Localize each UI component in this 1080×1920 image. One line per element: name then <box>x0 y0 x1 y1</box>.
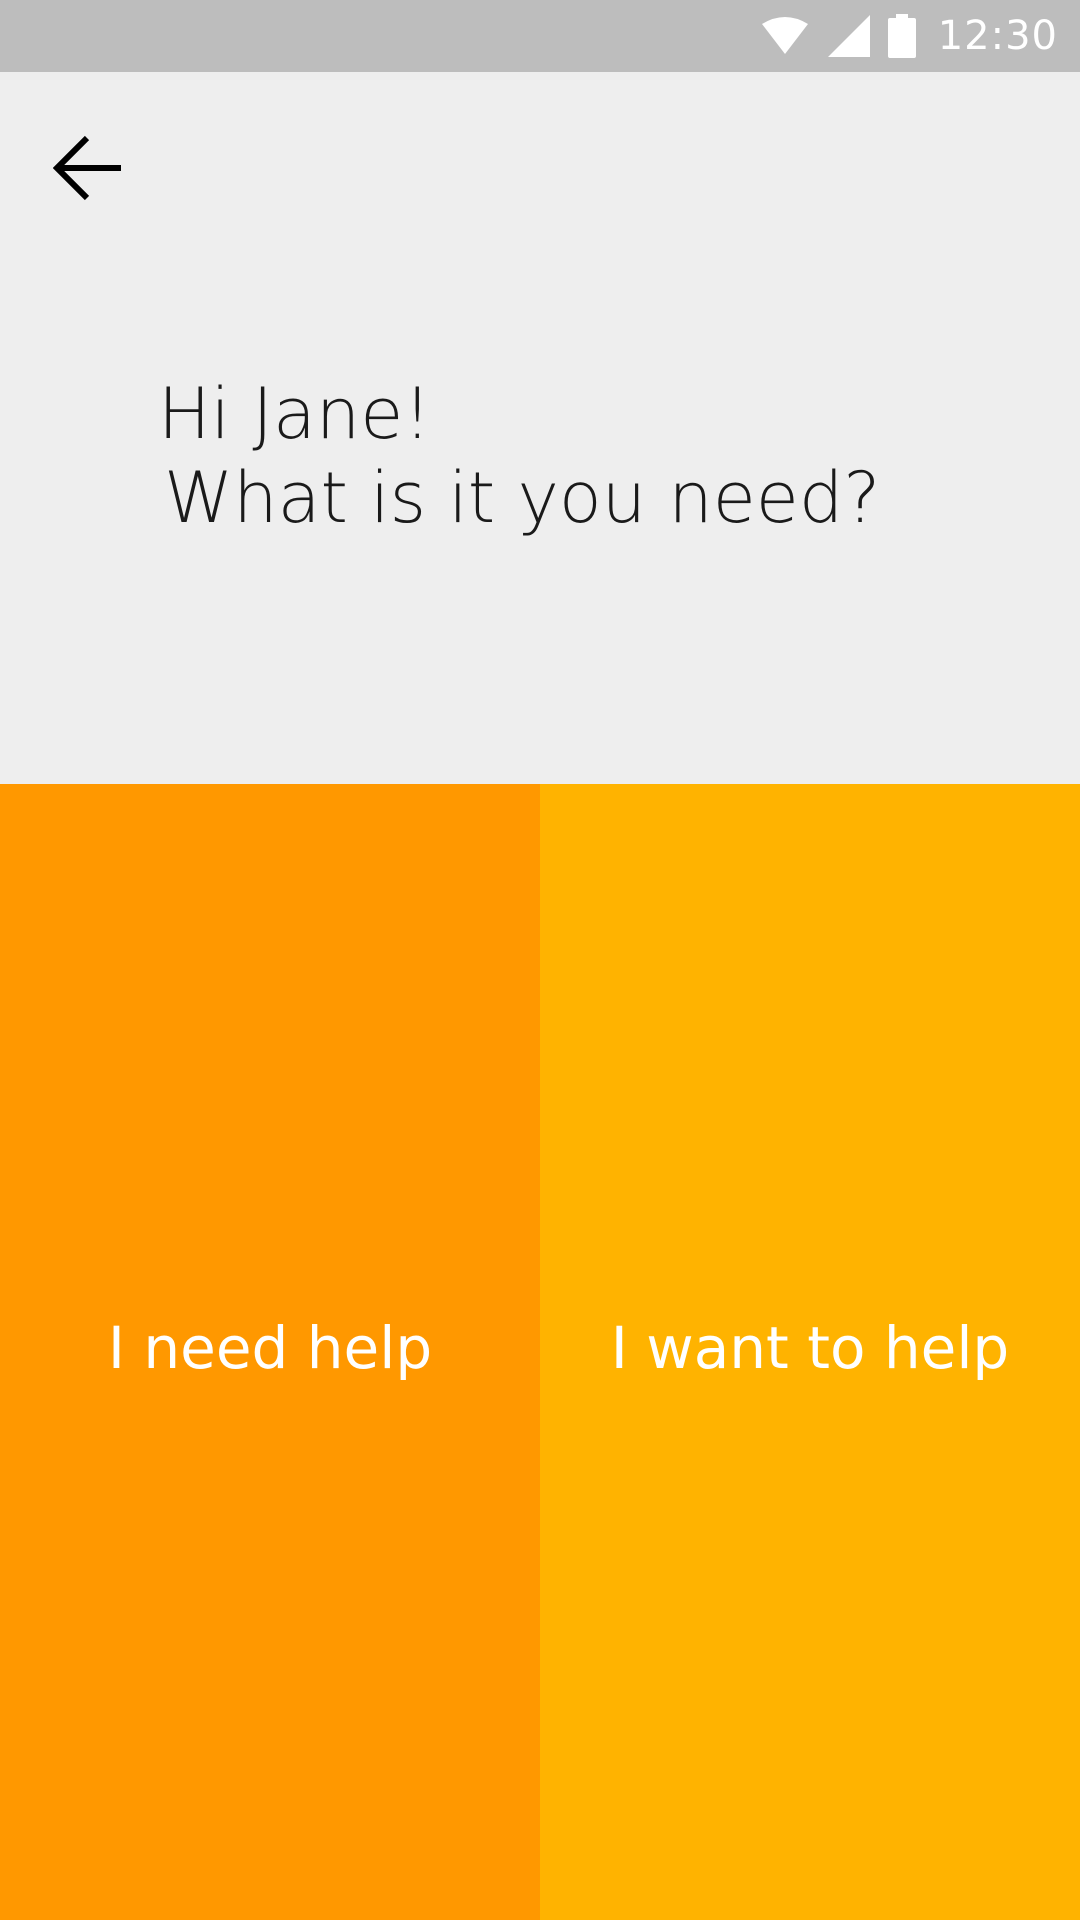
cell-signal-icon <box>827 15 870 57</box>
greeting: Hi Jane! What is it you need? <box>158 372 880 540</box>
header: Hi Jane! What is it you need? <box>0 72 1080 784</box>
need-help-button[interactable]: I need help <box>0 784 540 1920</box>
back-button[interactable] <box>40 122 136 218</box>
battery-icon <box>887 14 916 58</box>
choice-panel: I need help I want to help <box>0 784 1080 1920</box>
status-bar: 12:30 <box>0 0 1080 72</box>
greeting-name: Hi Jane! <box>158 373 432 455</box>
screen: 12:30 Hi Jane! What is it you need? I ne… <box>0 0 1080 1920</box>
wifi-icon <box>760 16 810 56</box>
status-time: 12:30 <box>937 13 1058 59</box>
need-help-label: I need help <box>107 1314 433 1382</box>
greeting-question: What is it you need? <box>164 457 881 539</box>
arrow-left-icon <box>52 133 123 208</box>
status-icons: 12:30 <box>760 0 1058 72</box>
want-to-help-label: I want to help <box>610 1314 1010 1382</box>
want-to-help-button[interactable]: I want to help <box>540 784 1080 1920</box>
